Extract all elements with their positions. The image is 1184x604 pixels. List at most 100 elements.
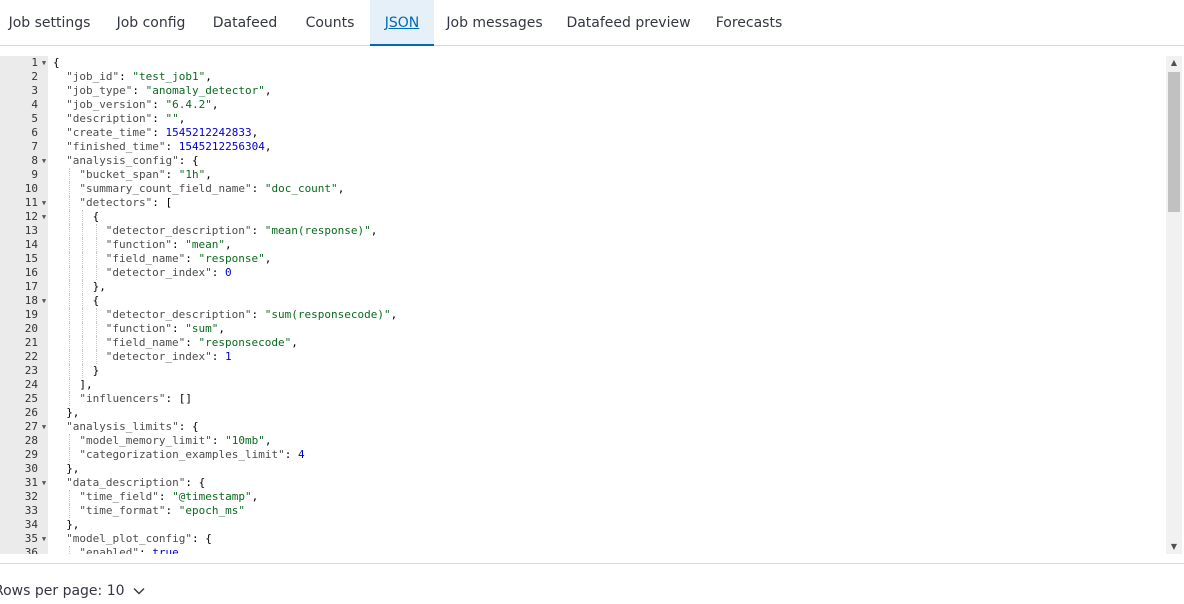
code-token: "function" <box>105 238 173 251</box>
code-token: : <box>251 308 265 321</box>
tab-datafeed[interactable]: Datafeed <box>200 0 290 46</box>
indent-guide <box>69 448 71 462</box>
code-token: , <box>251 126 259 139</box>
code-line: "detector_description": "sum(responsecod… <box>106 308 397 322</box>
code-token: : <box>211 266 226 279</box>
code-token: "description" <box>66 112 153 125</box>
indent-guide <box>82 238 84 252</box>
line-number: 12 <box>24 210 38 223</box>
line-number: 5 <box>31 112 38 125</box>
scrollbar-thumb[interactable] <box>1168 72 1180 212</box>
code-token: 0 <box>225 266 232 279</box>
code-token: , <box>251 490 259 503</box>
code-token: }, <box>66 518 80 531</box>
indent-guide <box>69 322 71 336</box>
code-line: "job_type": "anomaly_detector", <box>66 84 271 98</box>
code-token: : <box>132 84 146 97</box>
indent-guide <box>69 504 71 518</box>
line-number: 6 <box>31 126 38 139</box>
line-number: 19 <box>24 308 38 321</box>
code-token: : <box>211 434 226 447</box>
rows-per-page-button[interactable]: Rows per page: 10 <box>0 580 145 602</box>
code-token: : <box>165 140 179 153</box>
code-token: 4 <box>297 448 305 461</box>
code-token: "" <box>165 112 179 125</box>
json-editor[interactable]: 1 ▼ 2 3 4 5 6 7 8 ▼ 9 10 11 ▼ 12 ▼ 13 14 15 16 17 18 ▼ 19 20 21 22… <box>0 56 1182 554</box>
fold-toggle-icon[interactable]: ▼ <box>40 476 48 490</box>
tab-forecasts[interactable]: Forecasts <box>702 0 796 46</box>
code-token: "response" <box>198 252 265 265</box>
indent-guide <box>69 490 71 504</box>
code-token: : <box>284 448 298 461</box>
code-token: "job_type" <box>66 84 133 97</box>
line-number: 4 <box>31 98 38 111</box>
code-token: "test_job1" <box>132 70 206 83</box>
indent-guide <box>69 168 71 182</box>
code-token: , <box>205 168 212 181</box>
code-line: }, <box>93 280 106 294</box>
scroll-down-arrow-icon[interactable]: ▼ <box>1166 540 1182 554</box>
editor-scrollbar[interactable]: ▲ ▼ <box>1166 56 1182 554</box>
code-token: : <box>172 322 186 335</box>
fold-toggle-icon[interactable]: ▼ <box>40 56 48 70</box>
code-token: "data_description" <box>66 476 186 489</box>
fold-toggle-icon[interactable]: ▼ <box>40 210 48 224</box>
code-line: "data_description": { <box>66 476 205 490</box>
line-number: 14 <box>24 238 38 251</box>
code-token: "summary_count_field_name" <box>79 182 252 195</box>
code-token: "10mb" <box>225 434 265 447</box>
code-token: "sum" <box>185 322 219 335</box>
code-token: "analysis_config" <box>66 154 179 167</box>
tab-job-settings[interactable]: Job settings <box>0 0 99 46</box>
line-number: 20 <box>24 322 38 335</box>
fold-toggle-icon[interactable]: ▼ <box>40 154 48 168</box>
code-token: : <box>152 112 166 125</box>
indent-guide <box>69 266 71 280</box>
tab-datafeed-preview[interactable]: Datafeed preview <box>555 0 702 46</box>
line-number: 28 <box>24 434 38 447</box>
code-token: }, <box>66 462 80 475</box>
line-number: 32 <box>24 490 38 503</box>
code-line: "influencers": [] <box>79 392 192 406</box>
code-token: : <box>172 238 186 251</box>
code-token: "categorization_examples_limit" <box>79 448 285 461</box>
code-token: "sum(responsecode)" <box>264 308 391 321</box>
code-token: }, <box>92 280 106 293</box>
code-token: , <box>390 308 398 321</box>
indent-guide <box>69 434 71 448</box>
code-line: "time_format": "epoch_ms" <box>79 504 245 518</box>
code-token: "@timestamp" <box>172 490 252 503</box>
code-token: "job_version" <box>66 98 153 111</box>
tab-counts[interactable]: Counts <box>290 0 370 46</box>
tab-job-config[interactable]: Job config <box>99 0 203 46</box>
code-token: , <box>205 70 212 83</box>
fold-toggle-icon[interactable]: ▼ <box>40 532 48 546</box>
code-token: "finished_time" <box>66 140 166 153</box>
code-line: "function": "sum", <box>106 322 225 336</box>
code-token: : <box>251 224 265 237</box>
indent-guide <box>82 308 84 322</box>
indent-guide <box>69 308 71 322</box>
code-token: "detector_index" <box>105 350 212 363</box>
code-line: }, <box>66 462 79 476</box>
code-line: "detector_index": 1 <box>106 350 232 364</box>
code-token: "epoch_ms" <box>178 504 245 517</box>
tab-json[interactable]: JSON <box>370 0 434 46</box>
fold-toggle-icon[interactable]: ▼ <box>40 420 48 434</box>
fold-toggle-icon[interactable]: ▼ <box>40 196 48 210</box>
line-number: 16 <box>24 266 38 279</box>
code-token: 1545212256304 <box>178 140 265 153</box>
code-token: "model_memory_limit" <box>79 434 212 447</box>
indent-guide <box>69 378 71 392</box>
tab-job-messages[interactable]: Job messages <box>434 0 555 46</box>
code-line: } <box>93 364 100 378</box>
code-token: : <box>211 350 226 363</box>
indent-guide <box>69 392 71 406</box>
indent-guide <box>82 210 84 224</box>
code-token: "model_plot_config" <box>66 532 193 545</box>
scroll-up-arrow-icon[interactable]: ▲ <box>1166 56 1182 70</box>
code-token: "enabled" <box>79 546 139 554</box>
code-token: : [ <box>152 196 173 209</box>
fold-toggle-icon[interactable]: ▼ <box>40 294 48 308</box>
code-line: "function": "mean", <box>106 238 232 252</box>
